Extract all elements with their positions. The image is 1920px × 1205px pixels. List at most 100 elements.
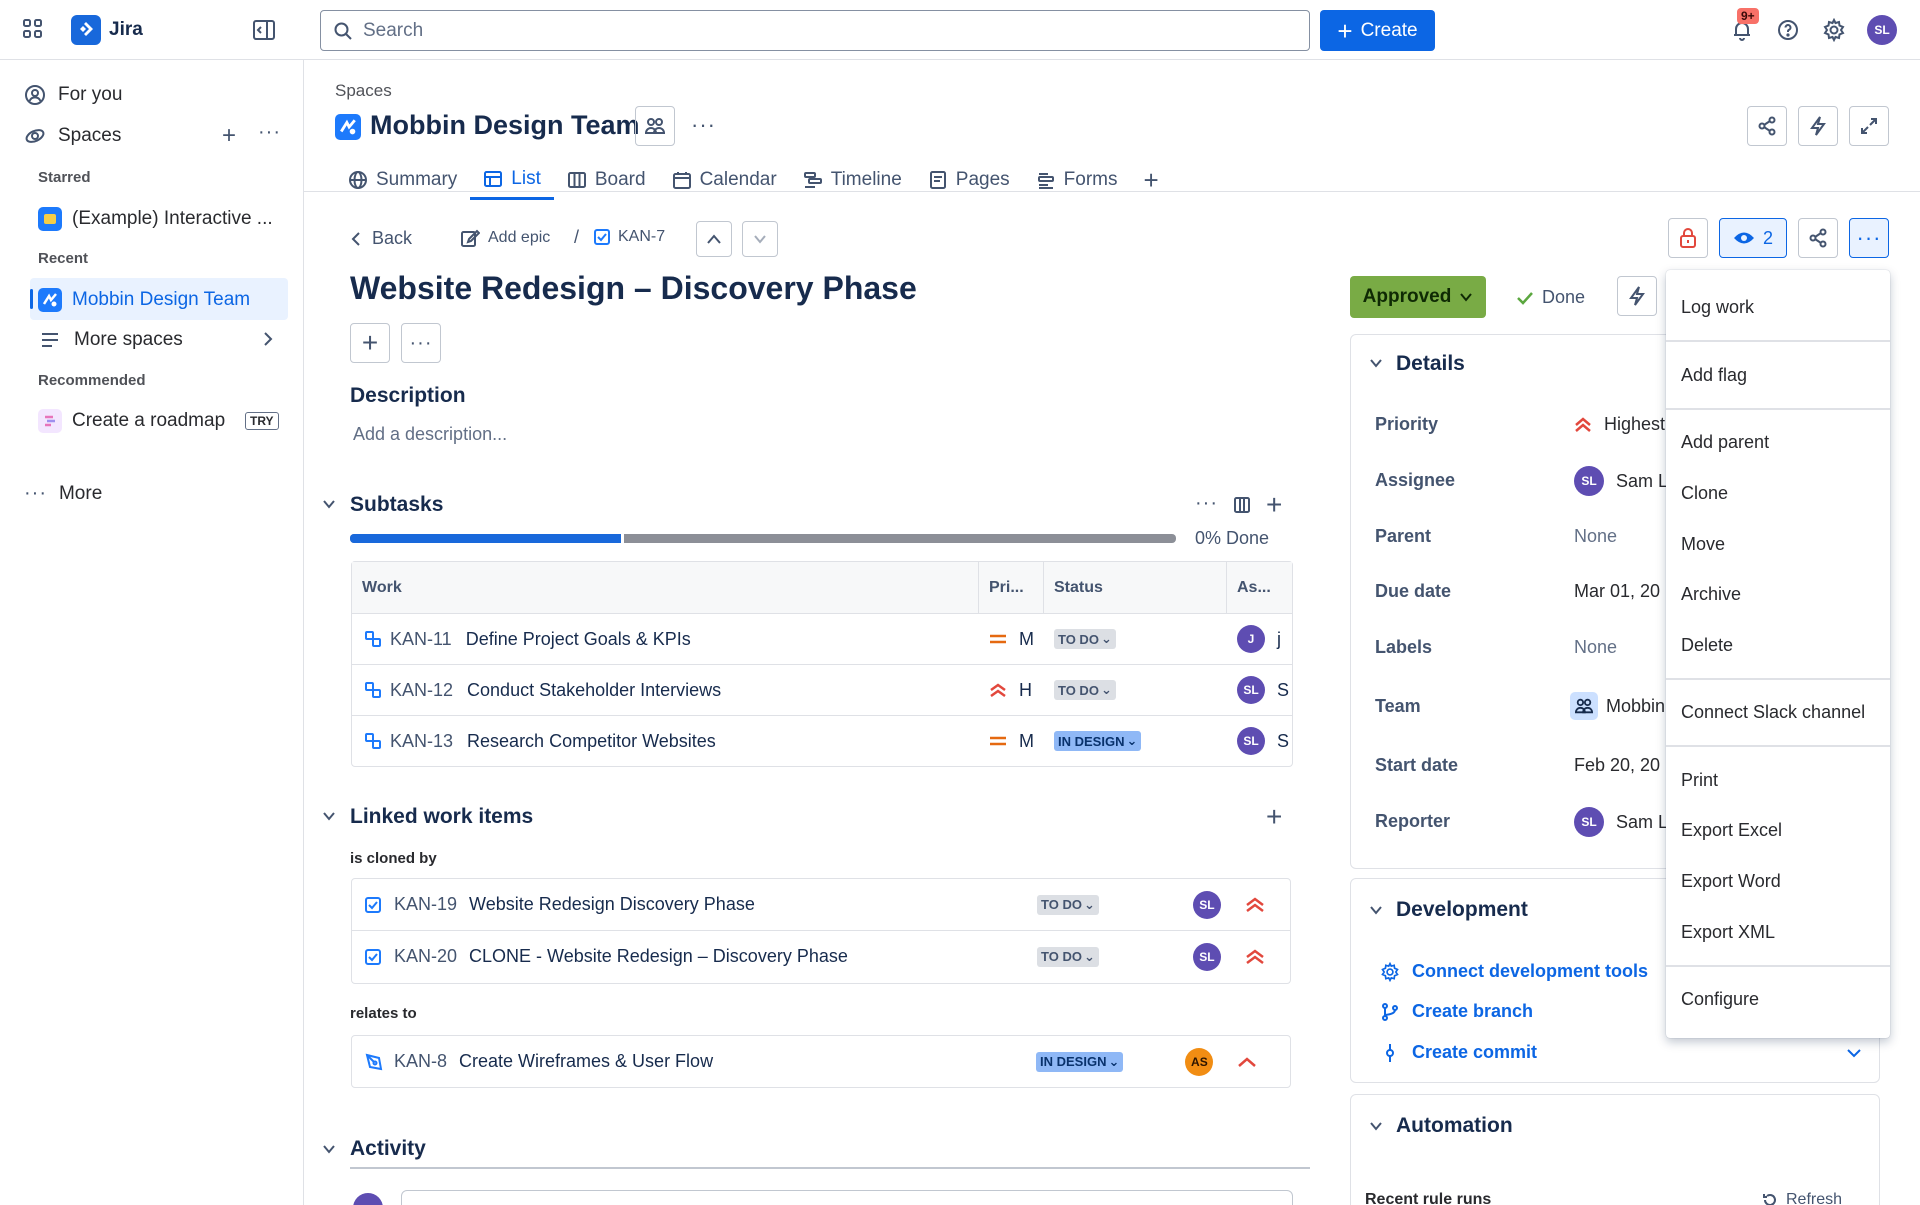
status-lozenge[interactable]: TO DO ⌄ [1054,629,1116,649]
column-header-assignee[interactable]: As... [1227,562,1291,613]
back-button[interactable]: Back [350,228,412,249]
field-priority[interactable]: Highest [1574,414,1665,435]
menu-item-log-work[interactable]: Log work [1666,297,1890,318]
automation-button[interactable] [1798,106,1838,146]
app-name[interactable]: Jira [109,19,143,41]
tab-calendar[interactable]: Calendar [659,160,790,200]
subtask-key[interactable]: KAN-12 [390,680,453,701]
tab-pages[interactable]: Pages [915,160,1023,200]
subtask-key[interactable]: KAN-13 [390,731,453,752]
field-team[interactable]: Mobbin [1570,692,1665,720]
list-item[interactable]: KAN-8 Create Wireframes & User Flow IN D… [352,1036,1290,1087]
menu-item-archive[interactable]: Archive [1666,584,1890,605]
sidebar-item-more[interactable]: ··· More [24,482,102,505]
issue-actions-button[interactable]: ··· [401,323,441,363]
share-button[interactable] [1747,106,1787,146]
refresh-button[interactable]: Refresh [1762,1191,1842,1205]
status-lozenge[interactable]: TO DO ⌄ [1037,894,1099,915]
sidebar-item-for-you[interactable]: For you [24,84,122,106]
issue-key-link[interactable]: KAN-7 [593,228,665,246]
linked-key[interactable]: KAN-8 [394,1051,447,1072]
subtask-summary[interactable]: Research Competitor Websites [467,731,716,752]
add-link-icon[interactable]: + [1266,801,1282,833]
table-row[interactable]: KAN-13 Research Competitor Websites M IN… [352,715,1292,766]
create-branch-link[interactable]: Create branch [1380,1001,1533,1022]
subtasks-more-icon[interactable]: ··· [1195,492,1218,515]
tab-list[interactable]: List [470,160,554,200]
subtask-summary[interactable]: Define Project Goals & KPIs [466,629,691,650]
breadcrumb[interactable]: Spaces [335,81,392,101]
sidebar-item-more-spaces[interactable]: More spaces [40,329,183,351]
create-button[interactable]: + Create [1320,10,1435,51]
column-header-priority[interactable]: Pri... [979,562,1044,613]
next-issue-button[interactable] [742,221,778,257]
sidebar-item-spaces[interactable]: Spaces [24,125,121,147]
collapse-activity-icon[interactable] [322,1144,336,1154]
list-item[interactable]: KAN-19 Website Redesign Discovery Phase … [352,879,1290,930]
collapse-automation-icon[interactable] [1369,1121,1383,1131]
watchers-button[interactable]: 2 [1719,218,1787,258]
status-lozenge[interactable]: TO DO ⌄ [1054,680,1116,700]
status-button[interactable]: Approved [1350,276,1486,318]
field-start-date[interactable]: Feb 20, 20 [1574,755,1660,776]
sidebar-item-recent[interactable]: Mobbin Design Team [38,288,250,312]
collapse-sidebar-icon[interactable] [252,19,276,41]
description-field[interactable]: Add a description... [353,424,507,445]
menu-item-clone[interactable]: Clone [1666,483,1890,504]
subtask-summary[interactable]: Conduct Stakeholder Interviews [467,680,721,701]
space-more-icon[interactable]: ··· [691,112,716,138]
chevron-down-icon[interactable] [1846,1048,1862,1058]
add-tab-button[interactable]: + [1130,160,1171,200]
menu-item-configure[interactable]: Configure [1666,989,1890,1010]
search-input[interactable]: Search [320,10,1310,51]
tab-timeline[interactable]: Timeline [790,160,915,200]
tab-board[interactable]: Board [554,160,659,200]
status-lozenge[interactable]: IN DESIGN ⌄ [1054,731,1142,751]
issue-more-button[interactable]: ··· [1849,218,1889,258]
assignee-avatar[interactable]: AS [1185,1047,1214,1076]
jira-logo-icon[interactable] [71,15,101,45]
linked-key[interactable]: KAN-20 [394,946,457,967]
create-commit-link[interactable]: Create commit [1380,1042,1537,1063]
assignee-avatar[interactable]: J [1237,625,1265,653]
status-lozenge[interactable]: TO DO ⌄ [1037,946,1099,967]
collapse-linked-icon[interactable] [322,811,336,821]
menu-item-export-xml[interactable]: Export XML [1666,922,1890,943]
collapse-details-icon[interactable] [1369,358,1383,368]
user-avatar[interactable]: SL [1867,15,1897,45]
menu-item-add-flag[interactable]: Add flag [1666,365,1890,386]
linked-summary[interactable]: CLONE - Website Redesign – Discovery Pha… [469,946,989,967]
chevron-right-icon[interactable] [262,330,274,348]
column-header-work[interactable]: Work [352,562,979,613]
issue-share-button[interactable] [1798,218,1838,258]
assignee-avatar[interactable]: SL [1192,890,1221,919]
table-row[interactable]: KAN-12 Conduct Stakeholder Interviews H … [352,664,1292,715]
add-item-button[interactable]: + [350,323,390,363]
prev-issue-button[interactable] [696,221,732,257]
list-item[interactable]: KAN-20 CLONE - Website Redesign – Discov… [352,930,1290,982]
field-reporter[interactable]: SL Sam L [1574,807,1668,837]
add-epic-button[interactable]: Add epic [460,228,550,248]
help-icon[interactable] [1776,18,1800,42]
collapse-development-icon[interactable] [1369,905,1383,915]
linked-key[interactable]: KAN-19 [394,894,457,915]
team-button[interactable] [635,106,675,146]
app-switcher-icon[interactable] [22,18,44,40]
menu-item-print[interactable]: Print [1666,770,1890,791]
settings-gear-icon[interactable] [1822,18,1846,42]
menu-item-connect-slack[interactable]: Connect Slack channel [1666,702,1890,723]
subtask-key[interactable]: KAN-11 [390,629,452,650]
menu-item-export-word[interactable]: Export Word [1666,871,1890,892]
field-parent[interactable]: None [1574,526,1617,547]
field-labels[interactable]: None [1574,637,1617,658]
field-due-date[interactable]: Mar 01, 20 [1574,581,1660,602]
fullscreen-button[interactable] [1849,106,1889,146]
issue-title[interactable]: Website Redesign – Discovery Phase [350,270,917,307]
assignee-avatar[interactable]: SL [1237,676,1265,704]
linked-summary[interactable]: Create Wireframes & User Flow [459,1051,988,1072]
menu-item-export-excel[interactable]: Export Excel [1666,820,1890,841]
assignee-avatar[interactable]: SL [1237,727,1265,755]
menu-item-delete[interactable]: Delete [1666,635,1890,656]
menu-item-add-parent[interactable]: Add parent [1666,432,1890,453]
field-assignee[interactable]: SL Sam L [1574,466,1668,496]
